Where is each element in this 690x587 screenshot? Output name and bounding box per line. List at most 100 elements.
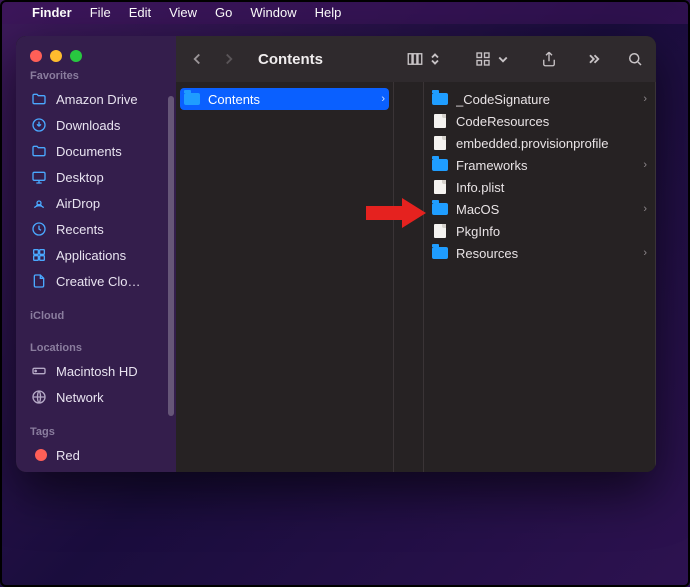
- menu-go[interactable]: Go: [215, 5, 232, 20]
- folder-icon: [432, 157, 448, 173]
- grid-icon: [474, 50, 492, 68]
- sidebar-item-label: Desktop: [56, 170, 104, 185]
- sidebar-scrollbar[interactable]: [168, 96, 174, 416]
- chevron-right-icon: ›: [375, 93, 385, 105]
- sidebar-item-label: Downloads: [56, 118, 120, 133]
- sidebar-item-macintosh-hd[interactable]: Macintosh HD: [16, 358, 176, 384]
- file-icon: [432, 223, 448, 239]
- column-view-icon: [406, 50, 424, 68]
- minimize-button[interactable]: [50, 50, 62, 62]
- chevron-right-icon: ›: [637, 93, 647, 105]
- menu-edit[interactable]: Edit: [129, 5, 151, 20]
- airdrop-icon: [30, 194, 48, 212]
- row-label: Contents: [208, 92, 367, 107]
- close-button[interactable]: [30, 50, 42, 62]
- row-label: Frameworks: [456, 158, 629, 173]
- sidebar-item-airdrop[interactable]: AirDrop: [16, 190, 176, 216]
- chevron-down-icon: [494, 50, 512, 68]
- share-button[interactable]: [540, 50, 558, 68]
- sidebar-section-tags: Tags: [16, 418, 176, 442]
- menu-file[interactable]: File: [90, 5, 111, 20]
- forward-button[interactable]: [220, 50, 238, 68]
- group-by-selector[interactable]: [474, 50, 512, 68]
- sidebar-item-label: Recents: [56, 222, 104, 237]
- disk-icon: [30, 362, 48, 380]
- file-icon: [432, 179, 448, 195]
- row-label: Resources: [456, 246, 629, 261]
- folder-row[interactable]: MacOS ›: [424, 198, 655, 220]
- chevron-right-icon: ›: [637, 203, 647, 215]
- folder-icon: [432, 201, 448, 217]
- folder-icon: [432, 245, 448, 261]
- sidebar-tag-orange[interactable]: Orange: [16, 468, 176, 472]
- menu-view[interactable]: View: [169, 5, 197, 20]
- folder-icon: [184, 91, 200, 107]
- column-2: [394, 82, 424, 472]
- column-1: Contents ›: [176, 82, 394, 472]
- sidebar-item-applications[interactable]: Applications: [16, 242, 176, 268]
- menubar: Finder File Edit View Go Window Help: [0, 0, 690, 24]
- file-icon: [432, 113, 448, 129]
- column-browser: Contents › _CodeSignature › CodeResource…: [176, 82, 656, 472]
- finder-window: Favorites Amazon Drive Downloads Documen…: [16, 36, 656, 472]
- file-icon: [432, 135, 448, 151]
- search-button[interactable]: [626, 50, 644, 68]
- folder-row[interactable]: Resources ›: [424, 242, 655, 264]
- folder-icon: [30, 142, 48, 160]
- file-row[interactable]: PkgInfo: [424, 220, 655, 242]
- sidebar-item-network[interactable]: Network: [16, 384, 176, 410]
- sidebar-tag-red[interactable]: Red: [16, 442, 176, 468]
- folder-icon: [30, 90, 48, 108]
- folder-row-contents[interactable]: Contents ›: [180, 88, 389, 110]
- sidebar-item-label: Creative Clo…: [56, 274, 141, 289]
- row-label: MacOS: [456, 202, 629, 217]
- sidebar-item-label: Macintosh HD: [56, 364, 138, 379]
- menu-help[interactable]: Help: [315, 5, 342, 20]
- row-label: CodeResources: [456, 114, 647, 129]
- file-row[interactable]: embedded.provisionprofile: [424, 132, 655, 154]
- sidebar-item-recents[interactable]: Recents: [16, 216, 176, 242]
- toolbar: Contents: [176, 36, 656, 82]
- back-button[interactable]: [188, 50, 206, 68]
- window-title: Contents: [258, 51, 323, 68]
- chevron-right-icon: ›: [637, 159, 647, 171]
- sidebar-item-documents[interactable]: Documents: [16, 138, 176, 164]
- sidebar-section-locations: Locations: [16, 334, 176, 358]
- folder-row[interactable]: _CodeSignature ›: [424, 88, 655, 110]
- sidebar-item-amazon-drive[interactable]: Amazon Drive: [16, 86, 176, 112]
- sidebar: Favorites Amazon Drive Downloads Documen…: [16, 36, 176, 472]
- sidebar-item-label: AirDrop: [56, 196, 100, 211]
- network-icon: [30, 388, 48, 406]
- desktop-icon: [30, 168, 48, 186]
- sidebar-item-label: Amazon Drive: [56, 92, 138, 107]
- menu-window[interactable]: Window: [250, 5, 296, 20]
- row-label: _CodeSignature: [456, 92, 629, 107]
- file-row[interactable]: CodeResources: [424, 110, 655, 132]
- main-pane: Contents Contents ›: [176, 36, 656, 472]
- file-row-info-plist[interactable]: Info.plist: [424, 176, 655, 198]
- fullscreen-button[interactable]: [70, 50, 82, 62]
- sidebar-item-creative-cloud[interactable]: Creative Clo…: [16, 268, 176, 294]
- view-mode-selector[interactable]: [406, 50, 444, 68]
- toolbar-overflow-button[interactable]: [584, 50, 602, 68]
- sidebar-item-desktop[interactable]: Desktop: [16, 164, 176, 190]
- window-controls: [16, 36, 176, 62]
- sidebar-section-favorites: Favorites: [16, 62, 176, 86]
- sidebar-item-label: Red: [56, 448, 80, 463]
- sidebar-item-downloads[interactable]: Downloads: [16, 112, 176, 138]
- row-label: embedded.provisionprofile: [456, 136, 647, 151]
- folder-icon: [432, 91, 448, 107]
- row-label: Info.plist: [456, 180, 647, 195]
- row-label: PkgInfo: [456, 224, 647, 239]
- clock-icon: [30, 220, 48, 238]
- file-icon: [30, 272, 48, 290]
- chevron-updown-icon: [426, 50, 444, 68]
- sidebar-item-label: Applications: [56, 248, 126, 263]
- sidebar-item-label: Documents: [56, 144, 122, 159]
- chevron-right-icon: ›: [637, 247, 647, 259]
- folder-row[interactable]: Frameworks ›: [424, 154, 655, 176]
- column-3: _CodeSignature › CodeResources embedded.…: [424, 82, 656, 472]
- applications-icon: [30, 246, 48, 264]
- app-menu[interactable]: Finder: [32, 5, 72, 20]
- sidebar-item-label: Network: [56, 390, 104, 405]
